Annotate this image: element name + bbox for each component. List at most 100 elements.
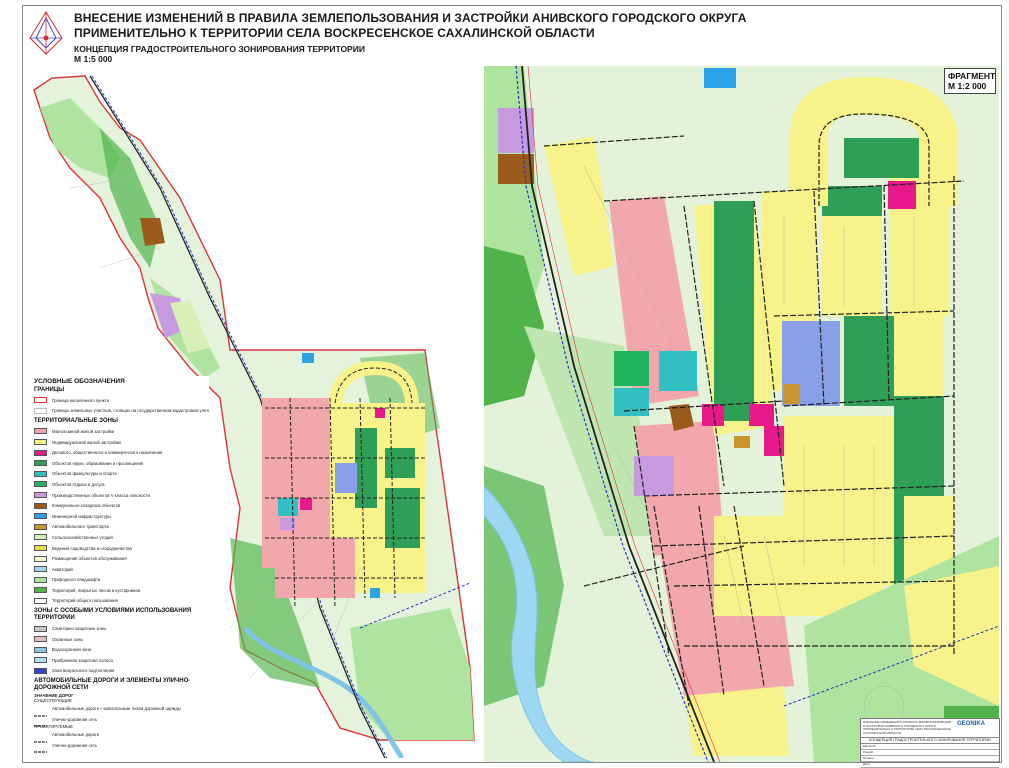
- legend-label: Объектов отдыха и досуга: [52, 481, 105, 487]
- legend-label: Прибрежная защитная полоса: [52, 657, 113, 663]
- legend-line-swatch: [34, 742, 47, 753]
- legend-item: Сельскохозяйственных угодий: [34, 532, 209, 543]
- title-line-1: ВНЕСЕНИЕ ИЗМЕНЕНИЙ В ПРАВИЛА ЗЕМЛЕПОЛЬЗО…: [74, 11, 747, 25]
- legend-special-heading: ЗОНЫ С ОСОБЫМИ УСЛОВИЯМИ ИСПОЛЬЗОВАНИЯ Т…: [34, 608, 192, 622]
- education-zone: [385, 488, 420, 548]
- utility-eng-zone: [370, 588, 380, 598]
- legend-label: Объектов физкультуры и спорта: [52, 471, 117, 477]
- legend-line-swatch: [34, 732, 47, 743]
- legend-item: Санитарно-защитные зоны: [34, 623, 209, 634]
- legend-label: Улично-дорожная сеть: [52, 716, 98, 722]
- stamp-title: ВНЕСЕНИЕ ИЗМЕНЕНИЙ В ПРАВИЛА ЗЕМЛЕПОЛЬЗО…: [863, 720, 952, 735]
- legend-swatch: [34, 439, 47, 446]
- fragment-scale: М 1:2 000: [948, 81, 987, 91]
- legend-item: Размещения объектов обслуживания: [34, 553, 209, 564]
- sport-zone: [614, 388, 649, 416]
- transport-zone: [734, 436, 750, 448]
- legend-item: Автомобильного транспорта: [34, 522, 209, 533]
- sheet-subtitle: КОНЦЕПЦИЯ ГРАДОСТРОИТЕЛЬНОГО ЗОНИРОВАНИЯ…: [74, 44, 365, 54]
- legend-item: Объектов физкультуры и спорта: [34, 469, 209, 480]
- legend-swatch: [34, 646, 47, 653]
- sport-zone: [659, 351, 697, 391]
- education-zone: [844, 316, 894, 406]
- business-zone: [375, 408, 385, 418]
- legend: УСЛОВНЫЕ ОБОЗНАЧЕНИЯ ГРАНИЦЫ Граница нас…: [34, 376, 209, 753]
- legend-label: Улично-дорожная сеть: [52, 742, 98, 748]
- stamp-row: Дата: [861, 762, 999, 768]
- legend-swatch: [34, 566, 47, 573]
- legend-label: Индивидуальной жилой застройки: [52, 439, 121, 445]
- recreation-zone: [614, 351, 649, 386]
- legend-item: Акваторий: [34, 564, 209, 575]
- legend-label: Акваторий: [52, 566, 73, 572]
- legend-label: Сельскохозяйственных угодий: [52, 534, 113, 540]
- legend-borders-heading: ГРАНИЦЫ: [34, 387, 65, 393]
- legend-label: Автомобильного транспорта: [52, 524, 109, 530]
- legend-item: Делового, общественного и коммерческого …: [34, 447, 209, 458]
- legend-swatch: [34, 597, 47, 604]
- legend-roads-heading: АВТОМОБИЛЬНЫЕ ДОРОГИ И ЭЛЕМЕНТЫ УЛИЧНО-Д…: [34, 678, 191, 692]
- legend-label: Делового, общественного и коммерческого …: [52, 450, 163, 456]
- legend-label: Территорий общего пользования: [52, 598, 118, 604]
- legend-swatch: [34, 502, 47, 509]
- legend-item: Коммунально-складских объектов: [34, 500, 209, 511]
- legend-item: Инженерной инфраструктуры: [34, 511, 209, 522]
- legend-swatch: [34, 397, 47, 404]
- education-zone: [714, 201, 754, 421]
- legend-swatch: [34, 657, 47, 664]
- transport-zone: [784, 384, 800, 404]
- legend-item: Автомобильные дороги: [34, 729, 209, 743]
- legend-borders: Граница населенного пункта Границы земель…: [34, 395, 209, 416]
- blue-zone: [335, 463, 357, 493]
- legend-swatch: [34, 625, 47, 632]
- fragment-label: ФРАГМЕНТ М 1:2 000: [944, 68, 996, 94]
- legend-swatch: [34, 555, 47, 562]
- legend-roads: Автомобильные дороги с капитальным типом…: [34, 703, 209, 727]
- title-block: ВНЕСЕНИЕ ИЗМЕНЕНИЙ В ПРАВИЛА ЗЕМЛЕПОЛЬЗО…: [74, 11, 747, 65]
- business-zone: [749, 404, 774, 426]
- residential-ind-zone: [684, 686, 789, 756]
- legend-label: Санитарно-защитные зоны: [52, 626, 107, 632]
- legend-line-swatch: [34, 706, 47, 717]
- legend-item: Водоохранная зона: [34, 644, 209, 655]
- legend-swatch: [34, 636, 47, 643]
- legend-special: Санитарно-защитные зоны Охранные зоны Водо…: [34, 623, 209, 676]
- legend-label: Охранные зоны: [52, 636, 84, 642]
- legend-item: Ведения садоводства и огородничества: [34, 543, 209, 554]
- education-zone: [844, 138, 919, 178]
- legend-label: Коммунально-складских объектов: [52, 503, 121, 509]
- fragment-title: ФРАГМЕНТ: [948, 71, 996, 81]
- north-arrow-icon: [29, 11, 63, 55]
- legend-item: Улично-дорожная сеть: [34, 714, 209, 727]
- utility-zone: [498, 154, 534, 184]
- legend-item: Автомобильные дороги с капитальным типом…: [34, 703, 209, 717]
- main-scale: М 1:5 000: [74, 54, 113, 64]
- legend-label: Ведения садоводства и огородничества: [52, 545, 132, 551]
- education-zone: [385, 448, 415, 478]
- legend-item: Прибрежная защитная полоса: [34, 655, 209, 666]
- legend-item: Граница населенного пункта: [34, 395, 209, 406]
- utility-eng-zone: [704, 68, 736, 88]
- legend-item: Объектов науки, образования и просвещени…: [34, 458, 209, 469]
- legend-label: Водоохранная зона: [52, 647, 92, 653]
- residential-low-zone: [275, 538, 355, 598]
- legend-item: Охранные зоны: [34, 634, 209, 645]
- legend-swatch: [34, 481, 47, 488]
- legend-label: Природного ландшафта: [52, 577, 101, 583]
- business-zone: [300, 498, 312, 510]
- legend-swatch: [34, 523, 47, 530]
- legend-swatch: [34, 492, 47, 499]
- legend-label: Малоэтажной жилой застройки: [52, 428, 115, 434]
- legend-label: Объектов науки, образования и просвещени…: [52, 460, 144, 466]
- legend-label: Автомобильные дороги: [52, 732, 100, 738]
- legend-item: Объектов отдыха и досуга: [34, 479, 209, 490]
- legend-item: Малоэтажной жилой застройки: [34, 426, 209, 437]
- title-line-2: ПРИМЕНИТЕЛЬНО К ТЕРРИТОРИИ СЕЛА ВОСКРЕСЕ…: [74, 26, 595, 40]
- legend-swatch: [34, 576, 47, 583]
- legend-roads-proj: Автомобильные дороги Улично-дорожная сеть: [34, 729, 209, 753]
- utility-eng-zone: [302, 353, 314, 363]
- legend-swatch: [34, 513, 47, 520]
- legend-zones-heading: ТЕРРИТОРИАЛЬНЫЕ ЗОНЫ: [34, 418, 118, 425]
- legend-item: Производственных объектов V класса опасн…: [34, 490, 209, 501]
- legend-swatch: [34, 587, 47, 594]
